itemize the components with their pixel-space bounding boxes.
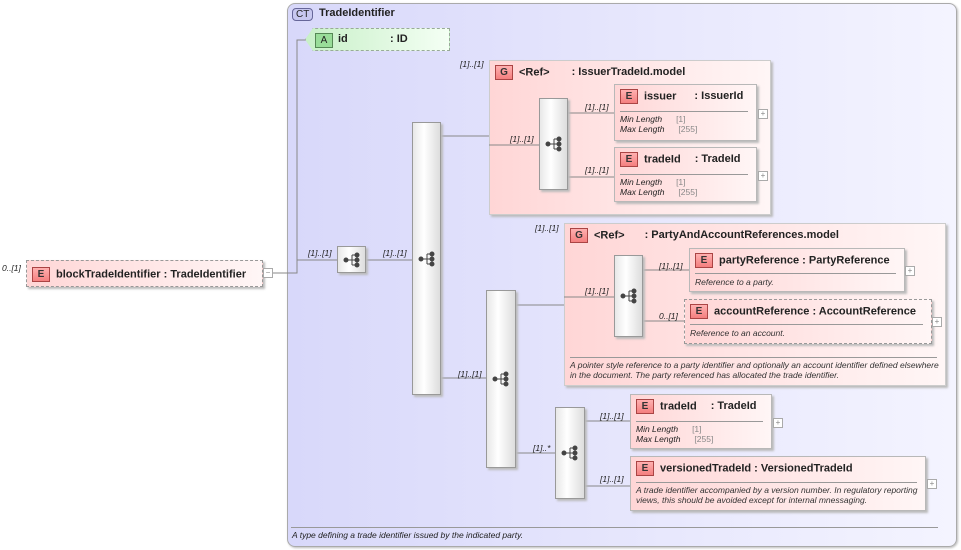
expand-toggle[interactable]: + xyxy=(758,171,768,181)
attribute-type: : ID xyxy=(390,33,408,45)
occurs-label: [1]..[1] xyxy=(535,223,559,233)
expand-toggle[interactable]: + xyxy=(927,479,937,489)
sequence-icon xyxy=(620,288,636,304)
attribute-id[interactable]: A id : ID xyxy=(305,28,450,51)
facet-max-length: Max Length [255] xyxy=(620,124,698,134)
occurs-label: [1]..[1] xyxy=(585,102,609,112)
element-name: versionedTradeId xyxy=(660,462,752,475)
root-element-blockTradeIdentifier[interactable]: EblockTradeIdentifier : TradeIdentifier xyxy=(26,260,263,287)
facet-min-length: Min Length [1] xyxy=(620,114,686,124)
occurs-label: 0..[1] xyxy=(659,311,678,321)
sequence-compositor[interactable] xyxy=(412,122,441,395)
occurs-label: [1]..[1] xyxy=(659,261,683,271)
occurs-label: [1]..[1] xyxy=(383,248,407,258)
element-badge: E xyxy=(636,399,654,414)
sequence-compositor[interactable] xyxy=(614,255,643,337)
occurs-label: [1]..* xyxy=(533,443,551,453)
element-name: tradeId xyxy=(644,153,681,166)
element-type: : TradeIdentifier xyxy=(163,268,247,281)
sequence-compositor[interactable] xyxy=(337,246,366,273)
occurs-label: [1]..[1] xyxy=(308,248,332,258)
occurs-label: [1]..[1] xyxy=(600,411,624,421)
element-name: partyReference xyxy=(719,254,800,267)
sequence-icon xyxy=(492,371,509,387)
element-type: : IssuerId xyxy=(694,90,744,103)
element-tradeId[interactable]: EtradeId : TradeId Min Length [1] Max Leng… xyxy=(614,147,757,202)
expand-toggle[interactable]: + xyxy=(932,317,942,327)
element-type: : VersionedTradeId xyxy=(754,462,853,475)
facet-min-length: Min Length [1] xyxy=(620,177,686,187)
attribute-name: id xyxy=(338,33,348,45)
element-partyReference[interactable]: EpartyReference : PartyReference Referen… xyxy=(689,248,905,292)
facet-min-length: Min Length [1] xyxy=(636,424,702,434)
occurs-label: [1]..[1] xyxy=(585,165,609,175)
element-badge: E xyxy=(690,304,708,319)
element-name: accountReference xyxy=(714,305,810,318)
sequence-icon xyxy=(545,136,561,152)
sequence-icon xyxy=(561,445,578,461)
facet-max-length: Max Length [255] xyxy=(620,187,698,197)
element-versionedTradeId[interactable]: EversionedTradeId : VersionedTradeId A t… xyxy=(630,456,926,511)
element-type: : AccountReference xyxy=(812,305,916,318)
element-issuer[interactable]: Eissuer : IssuerId Min Length [1] Max Leng… xyxy=(614,84,757,141)
attribute-badge: A xyxy=(315,33,333,48)
sequence-compositor[interactable] xyxy=(486,290,516,468)
element-tradeId[interactable]: EtradeId : TradeId Min Length [1] Max Leng… xyxy=(630,394,772,449)
element-badge: E xyxy=(32,267,50,282)
element-name: blockTradeIdentifier xyxy=(56,268,161,281)
element-description: Reference to a party. xyxy=(695,277,774,287)
element-type: : TradeId xyxy=(710,400,757,413)
element-badge: E xyxy=(636,461,654,476)
occurs-label: [1]..[1] xyxy=(585,286,609,296)
element-description: Reference to an account. xyxy=(690,328,785,338)
occurs-label: [1]..[1] xyxy=(600,474,624,484)
element-type: : PartyReference xyxy=(802,254,890,267)
sequence-icon xyxy=(418,251,434,266)
element-badge: E xyxy=(620,89,638,104)
element-name: tradeId xyxy=(660,400,697,413)
sequence-icon xyxy=(343,252,359,267)
element-name: issuer xyxy=(644,90,677,103)
occurs-label: [1]..[1] xyxy=(510,134,534,144)
root-occurs: 0..[1] xyxy=(2,263,21,273)
element-type: : TradeId xyxy=(694,153,741,166)
occurs-label: [1]..[1] xyxy=(460,59,484,69)
collapse-toggle[interactable]: − xyxy=(263,268,273,278)
facet-max-length: Max Length [255] xyxy=(636,434,714,444)
element-badge: E xyxy=(620,152,638,167)
element-accountReference[interactable]: EaccountReference : AccountReference Ref… xyxy=(684,299,932,344)
element-badge: E xyxy=(695,253,713,268)
sequence-compositor[interactable] xyxy=(539,98,568,190)
expand-toggle[interactable]: + xyxy=(773,418,783,428)
expand-toggle[interactable]: + xyxy=(758,109,768,119)
element-description: A trade identifier accompanied by a vers… xyxy=(636,485,918,505)
sequence-compositor[interactable] xyxy=(555,407,585,499)
expand-toggle[interactable]: + xyxy=(905,266,915,276)
occurs-label: [1]..[1] xyxy=(458,369,482,379)
